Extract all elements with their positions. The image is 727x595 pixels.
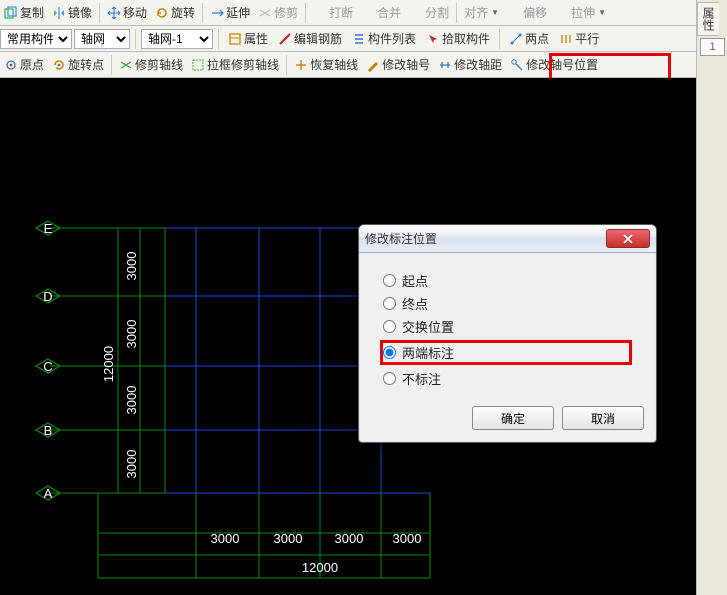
offset-button: 偏移 [503, 3, 551, 22]
dialog-edit-label-position: 修改标注位置 起点 终点 交换位置 两端标注 不标注 确定 取消 [358, 224, 657, 443]
type-select[interactable]: 轴网 [74, 29, 130, 49]
stretch-button: 拉伸▼ [551, 3, 610, 22]
pick-component-button[interactable]: 拾取构件 [422, 29, 494, 48]
dialog-title-text: 修改标注位置 [365, 230, 437, 247]
svg-text:3000: 3000 [274, 531, 303, 546]
restore-axis-button[interactable]: 恢复轴线 [290, 55, 362, 74]
svg-text:3000: 3000 [335, 531, 364, 546]
ok-button[interactable]: 确定 [472, 406, 554, 430]
toolbar-component: 常用构件 轴网 轴网-1 属性 编辑钢筋 构件列表 拾取构件 两点 平行 [0, 26, 727, 52]
svg-text:3000: 3000 [124, 320, 139, 349]
properties-button[interactable]: 属性 [224, 29, 272, 48]
axis-label-a: A [44, 486, 53, 501]
svg-text:12000: 12000 [302, 560, 338, 575]
cancel-button[interactable]: 取消 [562, 406, 644, 430]
trim-button: 修剪 [254, 3, 302, 22]
split-button: 分割 [405, 3, 453, 22]
two-point-button[interactable]: 两点 [505, 29, 553, 48]
edit-axis-number-button[interactable]: 修改轴号 [362, 55, 434, 74]
extend-button[interactable]: 延伸 [206, 3, 254, 22]
axis-label-e: E [44, 221, 53, 236]
break-button: 打断 [309, 3, 357, 22]
axis-label-d: D [43, 289, 52, 304]
axis-label-c: C [43, 359, 52, 374]
option-none[interactable]: 不标注 [383, 369, 632, 388]
toolbar-edit: 复制 镜像 移动 旋转 延伸 修剪 打断 合并 分割 对齐▼ 偏移 拉伸▼ [0, 0, 727, 26]
right-panel: 属性 1 [696, 0, 727, 595]
align-button: 对齐▼ [460, 3, 503, 22]
dialog-body: 起点 终点 交换位置 两端标注 不标注 [359, 253, 656, 400]
trim-axis-button[interactable]: 修剪轴线 [115, 55, 187, 74]
copy-button[interactable]: 复制 [0, 3, 48, 22]
option-both[interactable]: 两端标注 [380, 340, 632, 365]
origin-button[interactable]: 原点 [0, 55, 48, 74]
box-trim-axis-button[interactable]: 拉框修剪轴线 [187, 55, 283, 74]
svg-text:3000: 3000 [124, 386, 139, 415]
right-tab-properties[interactable]: 属性 [697, 2, 719, 36]
svg-text:3000: 3000 [124, 252, 139, 281]
mirror-button[interactable]: 镜像 [48, 3, 96, 22]
dialog-titlebar[interactable]: 修改标注位置 [359, 225, 656, 253]
option-swap[interactable]: 交换位置 [383, 317, 632, 336]
rotate-button[interactable]: 旋转 [151, 3, 199, 22]
category-select[interactable]: 常用构件 [0, 29, 72, 49]
parallel-button[interactable]: 平行 [555, 29, 603, 48]
edit-rebar-button[interactable]: 编辑钢筋 [274, 29, 346, 48]
axis-label-b: B [44, 423, 53, 438]
right-cell[interactable]: 1 [700, 38, 725, 56]
component-list-button[interactable]: 构件列表 [348, 29, 420, 48]
svg-text:3000: 3000 [211, 531, 240, 546]
svg-text:12000: 12000 [101, 346, 116, 382]
move-button[interactable]: 移动 [103, 3, 151, 22]
edit-axis-distance-button[interactable]: 修改轴距 [434, 55, 506, 74]
dialog-footer: 确定 取消 [359, 400, 656, 442]
svg-text:3000: 3000 [124, 450, 139, 479]
merge-button: 合并 [357, 3, 405, 22]
instance-select[interactable]: 轴网-1 [141, 29, 213, 49]
option-start[interactable]: 起点 [383, 271, 632, 290]
option-end[interactable]: 终点 [383, 294, 632, 313]
svg-text:3000: 3000 [393, 531, 422, 546]
rotation-point-button[interactable]: 旋转点 [48, 55, 108, 74]
dialog-close-button[interactable] [606, 229, 650, 248]
